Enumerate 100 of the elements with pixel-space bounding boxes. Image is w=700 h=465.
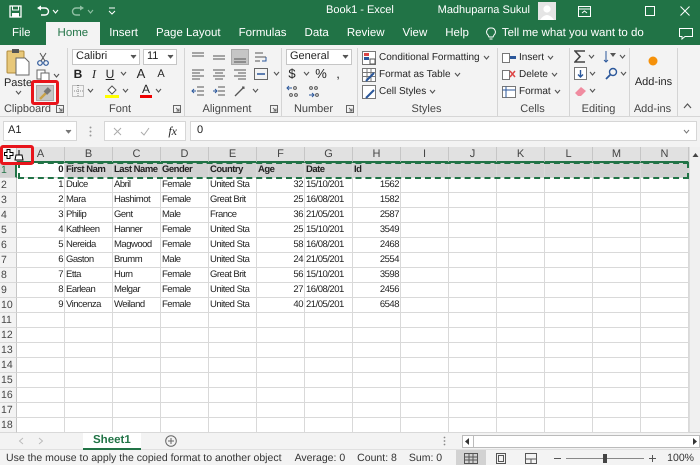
caret-icon[interactable] (167, 54, 174, 59)
dialog-launcher-icon[interactable] (346, 105, 354, 113)
expand-icon[interactable] (683, 128, 690, 134)
comma-button[interactable]: , (332, 66, 344, 80)
orientation-icon[interactable] (233, 84, 247, 98)
zoom-level[interactable]: 100% (667, 452, 694, 464)
caret-icon[interactable] (429, 89, 436, 94)
cellstyles-command[interactable]: Cell Styles (362, 83, 493, 100)
row-header[interactable]: 5 (0, 223, 17, 238)
wrap-text-icon[interactable] (254, 50, 268, 64)
zoom-slider-thumb[interactable] (603, 454, 608, 462)
borders-icon[interactable] (72, 84, 84, 96)
column-header[interactable]: D (161, 147, 209, 163)
caret-icon[interactable] (273, 71, 280, 76)
insert-function-button[interactable]: fx (168, 124, 177, 138)
column-header[interactable]: M (593, 147, 641, 163)
ribbon-tab[interactable]: Review (338, 22, 394, 45)
row-header[interactable]: 17 (0, 403, 17, 418)
name-box[interactable]: A1 (3, 121, 77, 141)
caret-icon[interactable] (589, 71, 596, 76)
decrease-indent-icon[interactable] (191, 84, 205, 96)
caret-icon[interactable] (155, 88, 162, 93)
caret-icon[interactable] (547, 55, 554, 60)
row-header[interactable]: 8 (0, 268, 17, 283)
align-right-icon[interactable] (233, 68, 247, 80)
caret-icon[interactable] (87, 88, 94, 93)
ribbon-tab[interactable]: Help (436, 22, 478, 45)
caret-icon[interactable] (482, 55, 490, 60)
row-header[interactable]: 10 (0, 298, 17, 313)
column-header[interactable]: H (353, 147, 401, 163)
column-header[interactable]: C (113, 147, 161, 163)
add-ins-button[interactable]: Add-ins (634, 54, 672, 90)
caret-icon[interactable] (554, 89, 561, 94)
maximize-icon[interactable] (645, 6, 655, 16)
column-header[interactable]: F (257, 147, 305, 163)
table-command[interactable]: Format as Table (362, 66, 493, 83)
ribbon-tab[interactable]: Data (296, 22, 338, 45)
column-header[interactable]: G (305, 147, 353, 163)
ribbon-tab[interactable]: Page Layout (146, 22, 230, 45)
font-color-button[interactable]: A (140, 83, 152, 98)
sheet-tab[interactable]: Sheet1 (83, 432, 141, 450)
insert-command[interactable]: Insert (502, 49, 565, 66)
zoom-in-icon[interactable] (649, 454, 656, 462)
align-center-icon[interactable] (212, 68, 226, 80)
ribbon-tab[interactable]: File (3, 22, 40, 45)
close-icon[interactable] (680, 6, 690, 16)
caret-icon[interactable] (454, 72, 461, 77)
increase-indent-icon[interactable] (212, 84, 226, 96)
customize-icon[interactable] (108, 7, 116, 15)
collapse-ribbon-icon[interactable] (683, 103, 692, 109)
undo-icon[interactable] (36, 5, 50, 17)
scissors-icon[interactable] (36, 52, 50, 66)
row-header[interactable]: 15 (0, 373, 17, 388)
dialog-launcher-icon[interactable] (270, 105, 278, 113)
caret-icon[interactable] (550, 72, 558, 77)
caret-icon[interactable] (619, 54, 626, 59)
copy-icon[interactable] (36, 68, 50, 82)
row-header[interactable]: 18 (0, 418, 17, 433)
caret-icon[interactable] (53, 73, 60, 78)
column-header[interactable]: L (545, 147, 593, 163)
column-header[interactable]: B (65, 147, 113, 163)
formula-input[interactable]: 0 (190, 121, 697, 141)
vertical-scrollbar[interactable] (689, 147, 700, 432)
column-header[interactable]: I (401, 147, 449, 163)
column-header[interactable]: K (497, 147, 545, 163)
italic-button[interactable]: I (88, 66, 100, 80)
currency-button[interactable]: $ (286, 66, 298, 80)
row-header[interactable]: 11 (0, 313, 17, 328)
bold-button[interactable]: B (72, 66, 84, 80)
row-header[interactable]: 4 (0, 208, 17, 223)
row-header[interactable]: 9 (0, 283, 17, 298)
increase-decimal-icon[interactable] (286, 84, 300, 98)
ribbon-tab[interactable]: Formulas (230, 22, 296, 45)
format-command[interactable]: Format (502, 83, 565, 100)
scroll-left-icon[interactable] (462, 436, 471, 446)
column-header[interactable]: J (449, 147, 497, 163)
row-header[interactable]: 13 (0, 343, 17, 358)
normal-view-button[interactable] (456, 450, 486, 465)
row-header[interactable]: 14 (0, 358, 17, 373)
caret-icon[interactable] (120, 71, 127, 76)
caret-icon[interactable] (130, 54, 137, 59)
column-header[interactable]: E (209, 147, 257, 163)
fill-down-icon[interactable] (574, 67, 587, 80)
row-header[interactable]: 12 (0, 328, 17, 343)
fill-color-icon[interactable] (105, 84, 119, 98)
caret-icon[interactable] (620, 71, 627, 76)
horizontal-scrollbar[interactable] (462, 434, 700, 448)
dialog-launcher-icon[interactable] (56, 105, 64, 113)
scroll-right-icon[interactable] (691, 436, 699, 446)
font-name-field[interactable]: Calibri (72, 48, 140, 64)
dialog-launcher-icon[interactable] (173, 105, 181, 113)
search-icon[interactable] (605, 67, 618, 80)
ribbon-display-icon[interactable] (578, 6, 591, 16)
ribbon-tab[interactable]: View (394, 22, 436, 45)
save-icon[interactable] (9, 4, 22, 18)
caret-icon[interactable] (65, 128, 72, 134)
ribbon-tab[interactable]: Home (46, 22, 100, 45)
row-header[interactable]: 2 (0, 178, 17, 193)
paste-button[interactable]: Paste (4, 48, 32, 102)
row-header[interactable]: 3 (0, 193, 17, 208)
